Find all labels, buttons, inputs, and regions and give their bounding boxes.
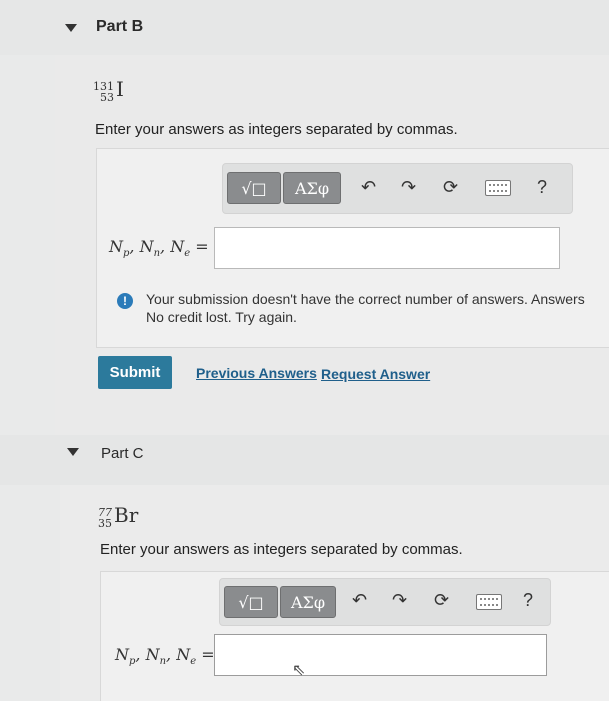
instruction-text: Enter your answers as integers separated…: [100, 541, 463, 558]
answer-box: √□ ΑΣφ ↶ ↷ ⟳ ? Np, Nn, Ne = ⇖: [100, 571, 609, 701]
warning-icon: !: [117, 293, 133, 309]
nuclide-i-131: 131 53 I: [93, 77, 124, 103]
equation-label: Np, Nn, Ne =: [109, 237, 209, 260]
instruction-text: Enter your answers as integers separated…: [95, 121, 458, 138]
answer-box: √□ ΑΣφ ↶ ↷ ⟳ ? Np, Nn, Ne = ! Your submi…: [96, 148, 609, 348]
atomic-number: 53: [100, 90, 114, 104]
part-b-title: Part B: [96, 18, 144, 35]
collapse-caret-icon[interactable]: [65, 24, 77, 32]
part-c-header[interactable]: Part C: [0, 435, 609, 485]
math-toolbar: √□ ΑΣφ ↶ ↷ ⟳ ?: [219, 578, 551, 626]
part-c-title: Part C: [101, 445, 144, 462]
atomic-number: 35: [98, 516, 112, 530]
request-answer-link[interactable]: Request Answer: [321, 366, 430, 382]
collapse-caret-icon[interactable]: [67, 448, 79, 456]
part-c-body: 77 35 Br Enter your answers as integers se…: [60, 485, 609, 701]
mouse-cursor-icon: ⇖: [292, 662, 306, 679]
reset-icon[interactable]: ⟳: [434, 590, 449, 611]
submit-button[interactable]: Submit: [98, 356, 172, 389]
part-b-header[interactable]: Part B: [0, 0, 609, 55]
previous-answers-link[interactable]: Previous Answers: [196, 365, 317, 381]
feedback-line-1: Your submission doesn't have the correct…: [146, 291, 585, 307]
symbols-button[interactable]: ΑΣφ: [280, 586, 336, 618]
feedback-message: Your submission doesn't have the correct…: [146, 291, 609, 325]
reset-icon[interactable]: ⟳: [443, 177, 458, 198]
greek-symbols-label: ΑΣφ: [294, 178, 330, 198]
sqrt-template-icon: √□: [238, 592, 264, 612]
templates-button[interactable]: √□: [224, 586, 278, 618]
redo-icon[interactable]: ↷: [392, 590, 407, 611]
feedback-line-2: No credit lost. Try again.: [146, 309, 297, 325]
element-symbol: I: [116, 77, 124, 101]
symbols-button[interactable]: ΑΣφ: [283, 172, 341, 204]
equation-label: Np, Nn, Ne =: [115, 645, 215, 668]
undo-icon[interactable]: ↶: [361, 177, 376, 198]
part-b-body: 131 53 I Enter your answers as integers se…: [55, 55, 609, 435]
element-symbol: Br: [114, 503, 139, 527]
nuclide-br-77: 77 35 Br: [98, 503, 138, 529]
help-icon[interactable]: ?: [537, 177, 547, 198]
sqrt-template-icon: √□: [241, 178, 267, 198]
redo-icon[interactable]: ↷: [401, 177, 416, 198]
undo-icon[interactable]: ↶: [352, 590, 367, 611]
answer-input[interactable]: [214, 227, 560, 269]
answer-input[interactable]: [214, 634, 547, 676]
math-toolbar: √□ ΑΣφ ↶ ↷ ⟳ ?: [222, 163, 573, 214]
greek-symbols-label: ΑΣφ: [290, 592, 326, 612]
templates-button[interactable]: √□: [227, 172, 281, 204]
help-icon[interactable]: ?: [523, 590, 533, 611]
keyboard-icon[interactable]: [485, 180, 511, 196]
keyboard-icon[interactable]: [476, 594, 502, 610]
